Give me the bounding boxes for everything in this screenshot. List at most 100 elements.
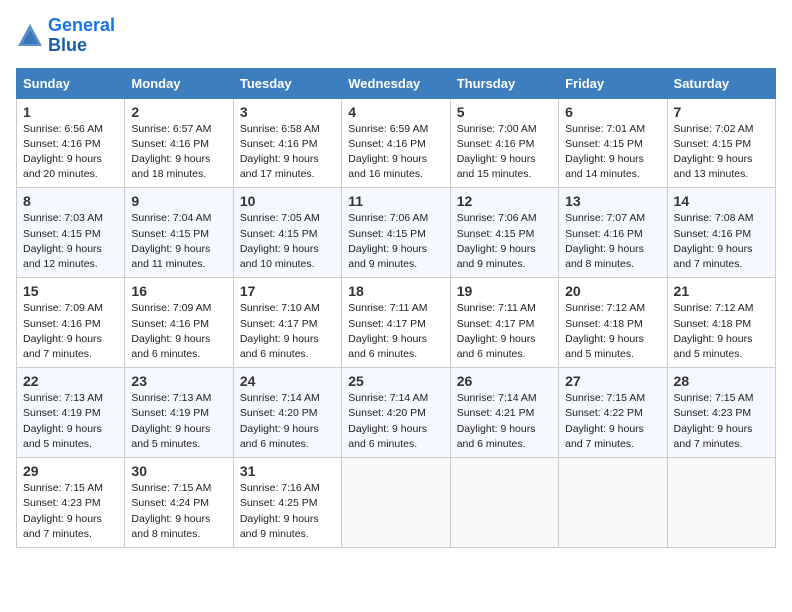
weekday-header: Saturday: [667, 68, 775, 98]
day-info: Sunrise: 7:05 AMSunset: 4:15 PMDaylight:…: [240, 211, 335, 272]
calendar-week-row: 29Sunrise: 7:15 AMSunset: 4:23 PMDayligh…: [17, 458, 776, 548]
day-number: 4: [348, 104, 443, 120]
calendar-day-cell: 4 Sunrise: 6:59 AMSunset: 4:16 PMDaylight…: [342, 98, 450, 188]
calendar-day-cell: 1 Sunrise: 6:56 AMSunset: 4:16 PMDaylight…: [17, 98, 125, 188]
day-info: Sunrise: 7:15 AMSunset: 4:22 PMDaylight:…: [565, 391, 660, 452]
weekday-header: Sunday: [17, 68, 125, 98]
calendar-day-cell: 30Sunrise: 7:15 AMSunset: 4:24 PMDayligh…: [125, 458, 233, 548]
day-number: 21: [674, 283, 769, 299]
day-info: Sunrise: 7:11 AMSunset: 4:17 PMDaylight:…: [457, 301, 552, 362]
day-number: 9: [131, 193, 226, 209]
day-number: 25: [348, 373, 443, 389]
day-info: Sunrise: 7:09 AMSunset: 4:16 PMDaylight:…: [23, 301, 118, 362]
calendar-week-row: 1 Sunrise: 6:56 AMSunset: 4:16 PMDaylight…: [17, 98, 776, 188]
calendar-day-cell: [450, 458, 558, 548]
calendar-day-cell: 29Sunrise: 7:15 AMSunset: 4:23 PMDayligh…: [17, 458, 125, 548]
day-number: 31: [240, 463, 335, 479]
calendar-day-cell: [667, 458, 775, 548]
day-number: 2: [131, 104, 226, 120]
logo-text: General Blue: [48, 16, 115, 56]
weekday-header: Tuesday: [233, 68, 341, 98]
calendar-day-cell: 22Sunrise: 7:13 AMSunset: 4:19 PMDayligh…: [17, 368, 125, 458]
calendar-day-cell: 20Sunrise: 7:12 AMSunset: 4:18 PMDayligh…: [559, 278, 667, 368]
page-header: General Blue: [16, 16, 776, 56]
day-number: 5: [457, 104, 552, 120]
day-number: 23: [131, 373, 226, 389]
day-info: Sunrise: 7:12 AMSunset: 4:18 PMDaylight:…: [565, 301, 660, 362]
day-number: 13: [565, 193, 660, 209]
weekday-header: Friday: [559, 68, 667, 98]
day-info: Sunrise: 7:13 AMSunset: 4:19 PMDaylight:…: [131, 391, 226, 452]
day-info: Sunrise: 7:14 AMSunset: 4:21 PMDaylight:…: [457, 391, 552, 452]
day-number: 16: [131, 283, 226, 299]
day-number: 15: [23, 283, 118, 299]
calendar-week-row: 15 Sunrise: 7:09 AMSunset: 4:16 PMDayligh…: [17, 278, 776, 368]
calendar-day-cell: 9 Sunrise: 7:04 AMSunset: 4:15 PMDaylight…: [125, 188, 233, 278]
day-number: 18: [348, 283, 443, 299]
day-info: Sunrise: 7:14 AMSunset: 4:20 PMDaylight:…: [348, 391, 443, 452]
calendar-day-cell: 12Sunrise: 7:06 AMSunset: 4:15 PMDayligh…: [450, 188, 558, 278]
day-info: Sunrise: 6:59 AMSunset: 4:16 PMDaylight:…: [348, 122, 443, 183]
logo-icon: [16, 22, 44, 50]
calendar-day-cell: 5 Sunrise: 7:00 AMSunset: 4:16 PMDaylight…: [450, 98, 558, 188]
day-info: Sunrise: 7:15 AMSunset: 4:24 PMDaylight:…: [131, 481, 226, 542]
day-info: Sunrise: 7:12 AMSunset: 4:18 PMDaylight:…: [674, 301, 769, 362]
calendar-week-row: 22 Sunrise: 7:13 AMSunset: 4:19 PMDayligh…: [17, 368, 776, 458]
calendar-day-cell: 7 Sunrise: 7:02 AMSunset: 4:15 PMDaylight…: [667, 98, 775, 188]
calendar-day-cell: 8 Sunrise: 7:03 AMSunset: 4:15 PMDaylight…: [17, 188, 125, 278]
day-info: Sunrise: 6:57 AMSunset: 4:16 PMDaylight:…: [131, 122, 226, 183]
day-info: Sunrise: 7:09 AMSunset: 4:16 PMDaylight:…: [131, 301, 226, 362]
day-info: Sunrise: 7:02 AMSunset: 4:15 PMDaylight:…: [674, 122, 769, 183]
weekday-header: Thursday: [450, 68, 558, 98]
calendar-day-cell: 15 Sunrise: 7:09 AMSunset: 4:16 PMDayligh…: [17, 278, 125, 368]
day-info: Sunrise: 7:08 AMSunset: 4:16 PMDaylight:…: [674, 211, 769, 272]
calendar-table: SundayMondayTuesdayWednesdayThursdayFrid…: [16, 68, 776, 548]
logo: General Blue: [16, 16, 115, 56]
day-number: 7: [674, 104, 769, 120]
calendar-day-cell: 28Sunrise: 7:15 AMSunset: 4:23 PMDayligh…: [667, 368, 775, 458]
calendar-week-row: 8 Sunrise: 7:03 AMSunset: 4:15 PMDaylight…: [17, 188, 776, 278]
day-number: 3: [240, 104, 335, 120]
day-number: 27: [565, 373, 660, 389]
day-info: Sunrise: 7:03 AMSunset: 4:15 PMDaylight:…: [23, 211, 118, 272]
day-number: 6: [565, 104, 660, 120]
calendar-day-cell: 21 Sunrise: 7:12 AMSunset: 4:18 PMDayligh…: [667, 278, 775, 368]
day-info: Sunrise: 7:06 AMSunset: 4:15 PMDaylight:…: [348, 211, 443, 272]
calendar-day-cell: 26 Sunrise: 7:14 AMSunset: 4:21 PMDayligh…: [450, 368, 558, 458]
day-number: 11: [348, 193, 443, 209]
day-number: 26: [457, 373, 552, 389]
calendar-day-cell: [342, 458, 450, 548]
day-number: 24: [240, 373, 335, 389]
calendar-day-cell: 16 Sunrise: 7:09 AMSunset: 4:16 PMDayligh…: [125, 278, 233, 368]
day-number: 12: [457, 193, 552, 209]
day-number: 14: [674, 193, 769, 209]
day-info: Sunrise: 7:15 AMSunset: 4:23 PMDaylight:…: [23, 481, 118, 542]
calendar-day-cell: 27 Sunrise: 7:15 AMSunset: 4:22 PMDayligh…: [559, 368, 667, 458]
day-info: Sunrise: 7:04 AMSunset: 4:15 PMDaylight:…: [131, 211, 226, 272]
day-number: 22: [23, 373, 118, 389]
calendar-day-cell: 25 Sunrise: 7:14 AMSunset: 4:20 PMDayligh…: [342, 368, 450, 458]
calendar-day-cell: 31Sunrise: 7:16 AMSunset: 4:25 PMDayligh…: [233, 458, 341, 548]
calendar-day-cell: 17Sunrise: 7:10 AMSunset: 4:17 PMDayligh…: [233, 278, 341, 368]
day-number: 28: [674, 373, 769, 389]
weekday-header: Wednesday: [342, 68, 450, 98]
calendar-day-cell: 19 Sunrise: 7:11 AMSunset: 4:17 PMDayligh…: [450, 278, 558, 368]
calendar-day-cell: 24Sunrise: 7:14 AMSunset: 4:20 PMDayligh…: [233, 368, 341, 458]
weekday-header-row: SundayMondayTuesdayWednesdayThursdayFrid…: [17, 68, 776, 98]
day-info: Sunrise: 6:56 AMSunset: 4:16 PMDaylight:…: [23, 122, 118, 183]
calendar-day-cell: 23 Sunrise: 7:13 AMSunset: 4:19 PMDayligh…: [125, 368, 233, 458]
day-info: Sunrise: 7:00 AMSunset: 4:16 PMDaylight:…: [457, 122, 552, 183]
calendar-day-cell: 3Sunrise: 6:58 AMSunset: 4:16 PMDaylight…: [233, 98, 341, 188]
day-number: 10: [240, 193, 335, 209]
calendar-day-cell: 6Sunrise: 7:01 AMSunset: 4:15 PMDaylight…: [559, 98, 667, 188]
day-number: 19: [457, 283, 552, 299]
calendar-day-cell: 2 Sunrise: 6:57 AMSunset: 4:16 PMDaylight…: [125, 98, 233, 188]
day-number: 1: [23, 104, 118, 120]
calendar-day-cell: 18Sunrise: 7:11 AMSunset: 4:17 PMDayligh…: [342, 278, 450, 368]
day-info: Sunrise: 7:07 AMSunset: 4:16 PMDaylight:…: [565, 211, 660, 272]
day-info: Sunrise: 7:10 AMSunset: 4:17 PMDaylight:…: [240, 301, 335, 362]
day-number: 8: [23, 193, 118, 209]
calendar-day-cell: 10 Sunrise: 7:05 AMSunset: 4:15 PMDayligh…: [233, 188, 341, 278]
calendar-day-cell: 11 Sunrise: 7:06 AMSunset: 4:15 PMDayligh…: [342, 188, 450, 278]
calendar-day-cell: 14 Sunrise: 7:08 AMSunset: 4:16 PMDayligh…: [667, 188, 775, 278]
